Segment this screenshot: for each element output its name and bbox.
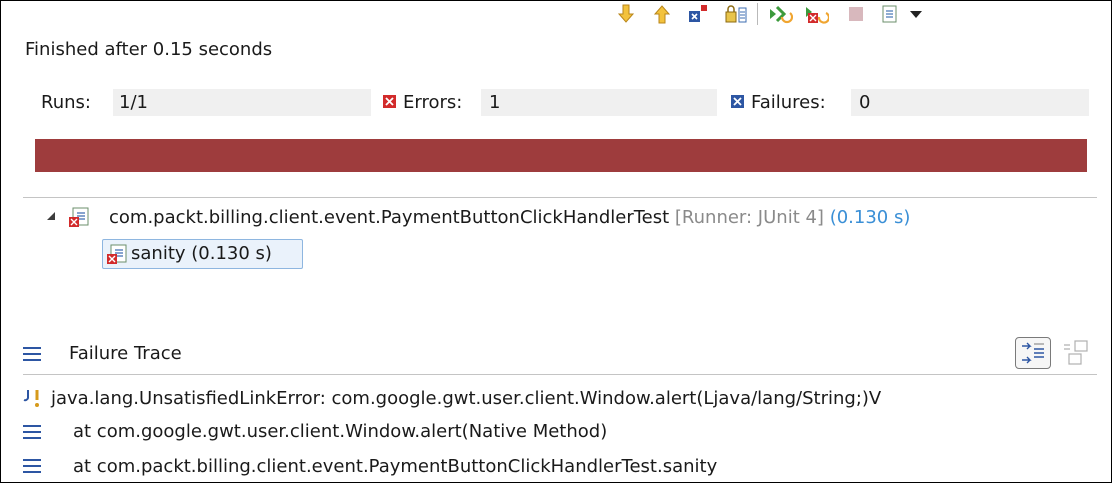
failures-value-box bbox=[851, 89, 1089, 116]
failure-trace-icon bbox=[23, 347, 41, 361]
test-suite-name: com.packt.billing.client.event.PaymentBu… bbox=[109, 207, 670, 228]
test-case-label: sanity (0.130 s) bbox=[131, 243, 272, 264]
failure-icon bbox=[731, 95, 744, 108]
test-suite-item[interactable]: com.packt.billing.client.event.PaymentBu… bbox=[109, 207, 910, 228]
view-menu-icon[interactable] bbox=[903, 1, 929, 27]
trace-line-exception[interactable]: java.lang.UnsatisfiedLinkError: com.goog… bbox=[51, 388, 881, 409]
history-icon[interactable] bbox=[877, 1, 903, 27]
junit-toolbar bbox=[601, 1, 1101, 31]
compare-result-icon[interactable] bbox=[1061, 337, 1093, 369]
scroll-lock-icon[interactable] bbox=[723, 1, 749, 27]
rerun-failed-first-icon[interactable] bbox=[803, 1, 829, 27]
test-suite-time: (0.130 s) bbox=[829, 207, 911, 228]
failures-label: Failures: bbox=[751, 92, 826, 113]
divider-top bbox=[23, 197, 1097, 198]
trace-line-frame[interactable]: at com.packt.billing.client.event.Paymen… bbox=[73, 456, 717, 477]
stop-icon[interactable] bbox=[843, 1, 869, 27]
errors-label: Errors: bbox=[403, 92, 463, 113]
test-case-error-icon bbox=[105, 243, 129, 270]
runs-label: Runs: bbox=[41, 92, 91, 113]
stack-frame-icon bbox=[23, 459, 41, 473]
runs-value: 1/1 bbox=[119, 92, 148, 113]
failures-value: 0 bbox=[859, 92, 871, 113]
test-suite-error-icon bbox=[67, 206, 91, 233]
expand-arrow-icon[interactable] bbox=[47, 212, 55, 220]
junit-view: Finished after 0.15 seconds Runs: 1/1 Er… bbox=[0, 0, 1112, 483]
filter-stack-trace-button[interactable] bbox=[1015, 337, 1051, 369]
next-failure-icon[interactable] bbox=[613, 1, 639, 27]
runs-value-box bbox=[113, 89, 371, 116]
errors-value-box bbox=[481, 89, 717, 116]
test-suite-runner: [Runner: JUnit 4] bbox=[674, 207, 824, 228]
error-icon bbox=[383, 95, 396, 108]
trace-line-frame[interactable]: at com.google.gwt.user.client.Window.ale… bbox=[73, 421, 607, 442]
errors-value: 1 bbox=[489, 92, 501, 113]
stack-frame-icon bbox=[23, 425, 41, 439]
divider-trace bbox=[23, 374, 1097, 375]
progress-bar bbox=[35, 139, 1087, 172]
show-failures-only-icon[interactable] bbox=[685, 1, 711, 27]
previous-failure-icon[interactable] bbox=[649, 1, 675, 27]
exception-icon bbox=[23, 387, 49, 414]
failure-trace-title: Failure Trace bbox=[69, 343, 182, 364]
finished-status: Finished after 0.15 seconds bbox=[25, 39, 273, 60]
rerun-icon[interactable] bbox=[767, 1, 793, 27]
toolbar-separator bbox=[757, 3, 758, 25]
